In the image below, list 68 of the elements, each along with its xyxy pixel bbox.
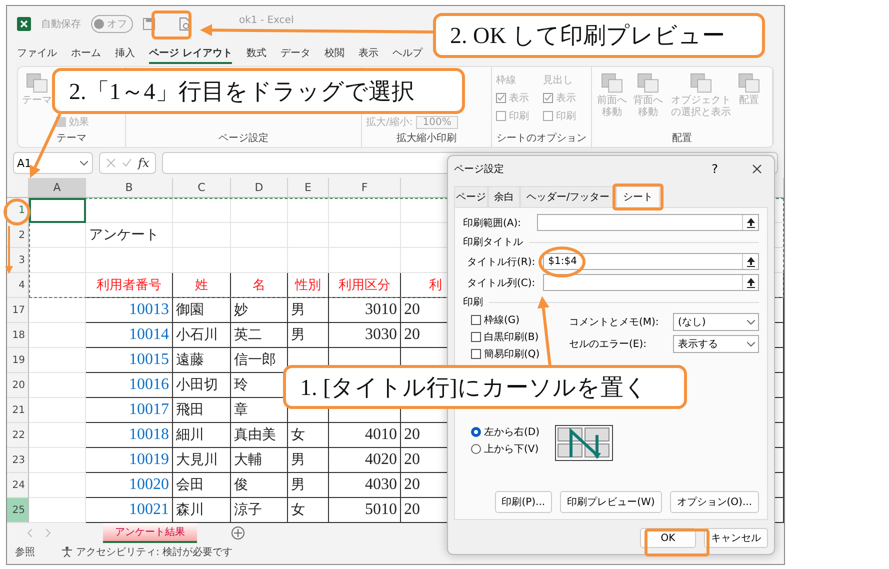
checkbox-label: 表示	[556, 92, 576, 105]
table-cell: 10015	[86, 348, 173, 373]
table-cell: 大輔	[231, 448, 288, 473]
group-label: 配置	[671, 132, 693, 145]
table-cell: 男	[288, 323, 329, 348]
table-cell: 10014	[86, 323, 173, 348]
section-heading: 印刷	[463, 296, 483, 309]
table-cell: 10013	[86, 298, 173, 323]
table-cell: 10016	[86, 373, 173, 398]
table-cell: 10017	[86, 398, 173, 423]
table-cell: 利用者番号	[86, 273, 173, 298]
table-cell: アンケート	[86, 223, 173, 248]
table-cell: 利用区分	[329, 273, 401, 298]
table-cell: 男	[288, 473, 329, 498]
table-cell: 4030	[329, 473, 401, 498]
table-cell: 女	[288, 498, 329, 523]
table-cell: 4020	[329, 448, 401, 473]
field-label: タイトル列(C):	[467, 276, 536, 290]
group-label: テーマ	[56, 132, 88, 145]
table-cell: 大見川	[173, 448, 231, 473]
status-mode: 参照	[15, 546, 35, 559]
table-cell: 男	[288, 298, 329, 323]
table-cell: 小石川	[173, 323, 231, 348]
group-label: シートのオプション	[496, 132, 587, 145]
table-cell: 涼子	[231, 498, 288, 523]
group-label: ページ設定	[218, 132, 270, 145]
field-label: タイトル行(R):	[467, 256, 536, 268]
option-heading: 枠線	[496, 74, 517, 87]
table-cell: 姓	[173, 273, 231, 298]
checkbox-label: 簡易印刷(Q)	[484, 348, 540, 361]
table-cell: 細川	[173, 423, 231, 448]
table-cell: 4010	[329, 423, 401, 448]
scale-label: 拡大/縮小:	[366, 116, 413, 129]
callout: 1. [タイトル行]にカーソルを置く	[283, 365, 687, 409]
autosave-label: 自動保存	[41, 18, 81, 31]
callout: 2. OK して印刷プレビュー	[433, 13, 765, 58]
field-label: セルのエラー(E):	[569, 338, 648, 351]
table-cell: 英二	[231, 323, 288, 348]
section-heading: 印刷タイトル	[463, 236, 523, 249]
table-cell: 3010	[329, 298, 401, 323]
table-cell: 真由美	[231, 423, 288, 448]
table-cell: 5010	[329, 498, 401, 523]
option-heading: 見出し	[543, 74, 574, 87]
field-label: 印刷範囲(A):	[463, 216, 522, 230]
table-cell: 10018	[86, 423, 173, 448]
callout: 2.「1～4」行目をドラッグで選択	[52, 68, 465, 114]
dialog-title: ページ設定	[454, 162, 505, 176]
checkbox-label: 白黒印刷(B)	[484, 330, 539, 344]
radio-label: 左から右(D)	[484, 426, 540, 439]
table-cell: 女	[288, 423, 329, 448]
table-cell: 小田切	[173, 373, 231, 398]
checkbox-label: 表示	[509, 92, 529, 105]
table-cell: 会田	[173, 473, 231, 498]
table-cell: 御園	[173, 298, 231, 323]
table-cell: 性別	[288, 273, 329, 298]
table-cell: 遠藤	[173, 348, 231, 373]
table-cell: 飛田	[173, 398, 231, 423]
table-cell: 男	[288, 448, 329, 473]
table-cell: 10020	[86, 473, 173, 498]
checkbox-label: 印刷	[509, 110, 529, 123]
table-cell: 妙	[231, 298, 288, 323]
window-title: ok1 - Excel	[239, 15, 294, 26]
group-label: 拡大縮小印刷	[396, 132, 458, 145]
checkbox-label: 印刷	[556, 110, 576, 123]
table-cell: 10019	[86, 448, 173, 473]
table-cell: 3030	[329, 323, 401, 348]
table-cell: 名	[231, 273, 288, 298]
table-cell: 俊	[231, 473, 288, 498]
